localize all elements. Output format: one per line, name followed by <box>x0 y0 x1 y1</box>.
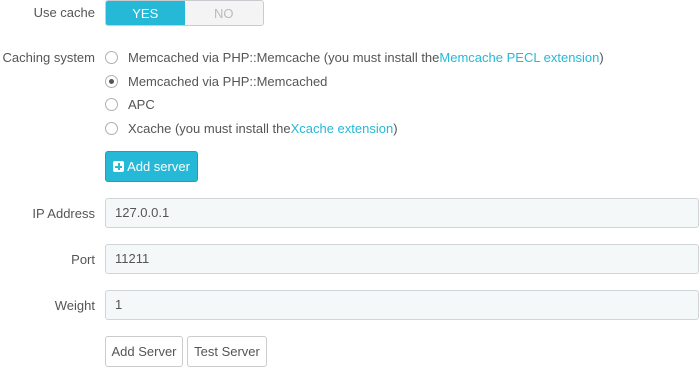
weight-input[interactable]: 1 <box>105 290 699 320</box>
port-label: Port <box>71 252 95 267</box>
caching-option-memcached[interactable]: Memcached via PHP::Memcached <box>105 74 327 89</box>
port-input[interactable]: 11211 <box>105 244 699 274</box>
xcache-extension-link[interactable]: Xcache extension <box>291 121 394 136</box>
use-cache-toggle[interactable]: YES NO <box>105 0 264 26</box>
caching-system-label: Caching system <box>2 50 95 65</box>
caching-option-apc-text: APC <box>128 97 155 112</box>
weight-label: Weight <box>54 298 95 313</box>
add-server-toggle-button[interactable]: Add server <box>105 151 198 182</box>
add-server-button[interactable]: Add Server <box>105 336 183 367</box>
radio-memcached[interactable] <box>105 75 118 88</box>
ip-address-input[interactable]: 127.0.0.1 <box>105 198 699 228</box>
ip-address-label: IP Address <box>32 206 95 221</box>
caching-option-memcache-text: Memcached via PHP::Memcache (you must in… <box>128 50 440 65</box>
caching-option-apc[interactable]: APC <box>105 97 155 112</box>
radio-xcache[interactable] <box>105 122 118 135</box>
caching-option-xcache-text: Xcache (you must install the <box>128 121 291 136</box>
radio-apc[interactable] <box>105 98 118 111</box>
plus-icon <box>113 161 125 172</box>
caching-option-memcache-suffix: ) <box>599 50 604 65</box>
radio-memcache[interactable] <box>105 51 118 64</box>
use-cache-no-option[interactable]: NO <box>184 1 263 25</box>
caching-option-xcache-suffix: ) <box>393 121 398 136</box>
caching-option-xcache[interactable]: Xcache (you must install the Xcache exte… <box>105 121 398 136</box>
caching-option-memcache[interactable]: Memcached via PHP::Memcache (you must in… <box>105 50 604 65</box>
use-cache-yes-option[interactable]: YES <box>106 1 185 25</box>
add-server-toggle-label: Add server <box>127 159 190 174</box>
test-server-button[interactable]: Test Server <box>187 336 267 367</box>
caching-option-memcached-text: Memcached via PHP::Memcached <box>128 74 328 89</box>
use-cache-label: Use cache <box>33 5 95 20</box>
memcache-pecl-link[interactable]: Memcache PECL extension <box>439 50 599 65</box>
